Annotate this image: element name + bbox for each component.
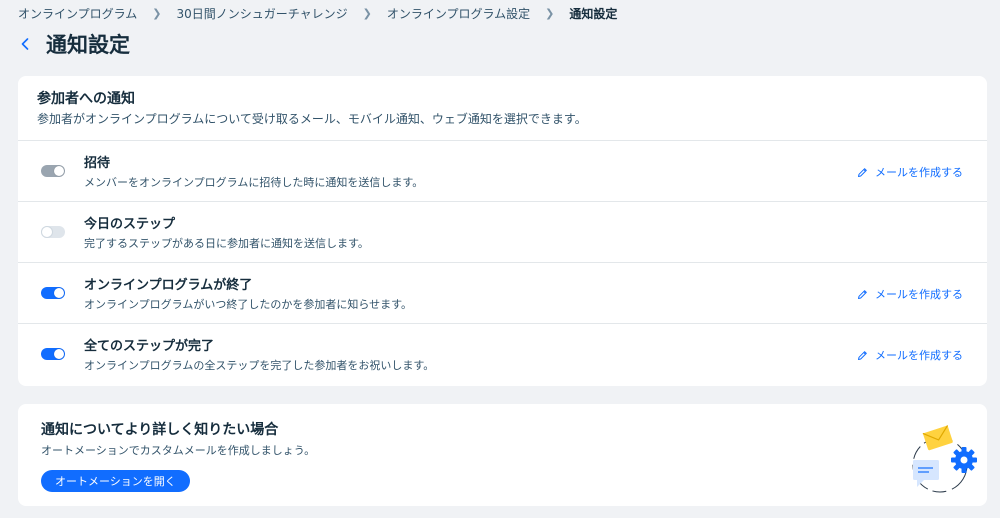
- notification-row-program-ended: オンラインプログラムが終了 オンラインプログラムがいつ終了したのかを参加者に知ら…: [18, 263, 987, 324]
- notification-title: オンラインプログラムが終了: [84, 278, 253, 293]
- breadcrumb-item-current: 通知設定: [569, 6, 618, 21]
- notification-description: オンラインプログラムがいつ終了したのかを参加者に知らせます。: [84, 298, 413, 311]
- breadcrumb-item-programs[interactable]: オンラインプログラム: [18, 5, 137, 22]
- breadcrumb-item-challenge[interactable]: 30日間ノンシュガーチャレンジ: [177, 5, 348, 22]
- notification-description: オンラインプログラムの全ステップを完了した参加者をお祝いします。: [84, 359, 435, 372]
- chevron-right-icon: ❯: [362, 6, 372, 20]
- participant-notifications-card: 参加者への通知 参加者がオンラインプログラムについて受け取るメール、モバイル通知…: [18, 76, 987, 386]
- notification-title: 全てのステップが完了: [84, 339, 215, 354]
- notification-description: 完了するステップがある日に参加者に通知を送信します。: [84, 237, 369, 250]
- open-automations-button[interactable]: オートメーションを開く: [41, 470, 190, 492]
- compose-email-label: メールを作成する: [875, 288, 963, 301]
- compose-email-label: メールを作成する: [875, 166, 963, 179]
- automation-subtitle: オートメーションでカスタムメールを作成しましょう。: [41, 444, 316, 457]
- invite-toggle[interactable]: [41, 165, 65, 177]
- card-title: 参加者への通知: [37, 91, 135, 107]
- notification-row-invite: 招待 メンバーをオンラインプログラムに招待した時に通知を送信します。 メールを作…: [18, 141, 987, 202]
- compose-email-label: メールを作成する: [875, 349, 963, 362]
- card-header: 参加者への通知 参加者がオンラインプログラムについて受け取るメール、モバイル通知…: [18, 76, 987, 141]
- page-title: 通知設定: [46, 33, 130, 57]
- notification-title: 今日のステップ: [84, 217, 176, 232]
- compose-email-link-all-steps[interactable]: メールを作成する: [857, 347, 963, 363]
- compose-email-link-program-ended[interactable]: メールを作成する: [857, 286, 963, 302]
- notification-row-all-steps-completed: 全てのステップが完了 オンラインプログラムの全ステップを完了した参加者をお祝いし…: [18, 324, 987, 385]
- toggle-knob: [42, 227, 52, 237]
- automation-title: 通知についてより詳しく知りたい場合: [41, 422, 279, 438]
- chevron-left-icon: [21, 38, 29, 50]
- compose-email-link-invite[interactable]: メールを作成する: [857, 164, 963, 180]
- all-steps-completed-toggle[interactable]: [41, 348, 65, 360]
- toggle-knob: [54, 349, 64, 359]
- notification-description: メンバーをオンラインプログラムに招待した時に通知を送信します。: [84, 176, 424, 189]
- automation-card: 通知についてより詳しく知りたい場合 オートメーションでカスタムメールを作成しまし…: [18, 404, 987, 506]
- card-subtitle: 参加者がオンラインプログラムについて受け取るメール、モバイル通知、ウェブ通知を選…: [37, 112, 587, 126]
- pencil-icon: [857, 167, 868, 178]
- toggle-knob: [54, 288, 64, 298]
- breadcrumb: オンラインプログラム ❯ 30日間ノンシュガーチャレンジ ❯ オンラインプログラ…: [18, 5, 617, 21]
- automation-illustration-icon: [912, 425, 977, 493]
- page-header: 通知設定: [18, 29, 130, 59]
- chevron-right-icon: ❯: [152, 6, 162, 20]
- chevron-right-icon: ❯: [545, 6, 555, 20]
- todays-step-toggle[interactable]: [41, 226, 65, 238]
- notification-row-todays-step: 今日のステップ 完了するステップがある日に参加者に通知を送信します。: [18, 202, 987, 263]
- toggle-knob: [54, 166, 64, 176]
- notification-title: 招待: [84, 156, 111, 171]
- pencil-icon: [857, 289, 868, 300]
- back-button[interactable]: [18, 34, 32, 54]
- breadcrumb-item-settings[interactable]: オンラインプログラム設定: [387, 5, 530, 22]
- pencil-icon: [857, 350, 868, 361]
- program-ended-toggle[interactable]: [41, 287, 65, 299]
